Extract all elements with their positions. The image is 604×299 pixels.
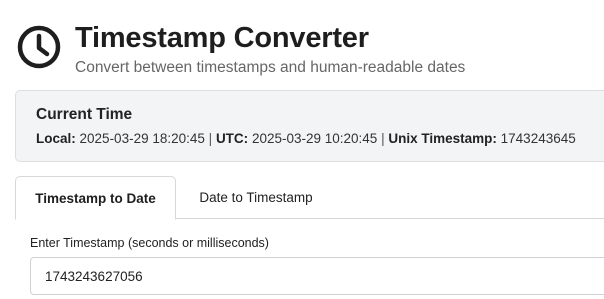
separator: | [381, 131, 385, 146]
timestamp-input-label: Enter Timestamp (seconds or milliseconds… [30, 236, 269, 250]
local-label: Local: [36, 131, 76, 146]
separator: | [208, 131, 213, 146]
unix-timestamp-value: 1743243645 [500, 131, 576, 146]
current-time-heading: Current Time [36, 106, 133, 123]
utc-time-value: 2025-03-29 10:20:45 [251, 131, 378, 146]
current-time-card: Current Time Local: 2025-03-29 18:20:45 … [15, 90, 604, 162]
local-time-value: 2025-03-29 18:20:45 [79, 131, 205, 146]
timestamp-input[interactable] [30, 257, 604, 295]
page-title: Timestamp Converter [75, 22, 369, 54]
page-header: Timestamp Converter Convert between time… [0, 0, 604, 90]
clock-icon [17, 25, 61, 69]
page-subtitle: Convert between timestamps and human-rea… [75, 59, 466, 76]
converter-tabs: Timestamp to Date Date to Timestamp [15, 176, 604, 220]
current-time-values: Local: 2025-03-29 18:20:45 | UTC: 2025-0… [36, 131, 576, 146]
utc-label: UTC: [215, 131, 249, 146]
tab-date-to-timestamp[interactable]: Date to Timestamp [183, 176, 329, 219]
unix-timestamp-label: Unix Timestamp: [388, 131, 497, 146]
tab-timestamp-to-date[interactable]: Timestamp to Date [15, 176, 176, 220]
